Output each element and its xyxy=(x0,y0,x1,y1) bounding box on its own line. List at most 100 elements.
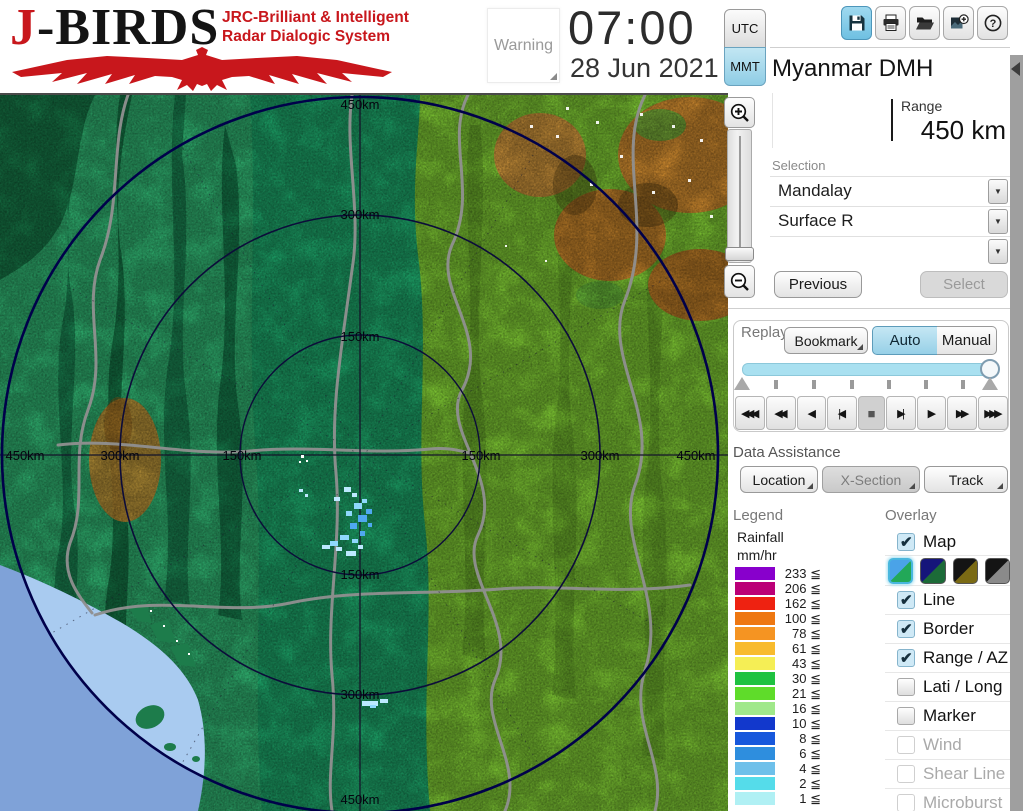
overlay-checkbox[interactable] xyxy=(897,707,915,725)
panel-collapse-bar[interactable] xyxy=(1010,55,1023,811)
map-style-light[interactable] xyxy=(888,557,914,584)
overlay-checkbox[interactable] xyxy=(897,765,915,783)
radar-map[interactable]: 450km 300km 150km 150km 300km 450km 450k… xyxy=(0,95,728,811)
legend-entry: 30 ≦ xyxy=(735,671,821,686)
save-button[interactable] xyxy=(841,6,872,40)
play-button[interactable]: ▶ xyxy=(916,396,947,430)
select-button[interactable]: Select xyxy=(920,271,1008,298)
option-dropdown[interactable] xyxy=(770,236,1010,266)
step-back-button[interactable]: |◀ xyxy=(827,396,858,430)
playback-controls: ◀◀◀ ◀◀ ◀ |◀ ■ ▶| ▶ ▶▶ ▶▶▶ xyxy=(735,396,1009,430)
map-checkbox[interactable] xyxy=(897,532,915,551)
overlay-item-label: Border xyxy=(923,619,975,638)
legend-entry: 1 ≦ xyxy=(735,791,821,806)
legend-entry: 4 ≦ xyxy=(735,761,821,776)
overlay-item-label: Microburst xyxy=(923,793,1003,811)
map-style-dark-blue[interactable] xyxy=(920,557,946,584)
previous-button[interactable]: Previous xyxy=(774,271,862,298)
track-button[interactable]: Track xyxy=(924,466,1008,493)
overlay-checkbox[interactable] xyxy=(897,591,915,609)
zoom-out-button[interactable] xyxy=(724,265,755,298)
overlay-label: Overlay xyxy=(885,507,937,524)
auto-mode-button[interactable]: Auto xyxy=(872,326,938,355)
legend-unit-line2: mm/hr xyxy=(737,547,777,563)
warning-box[interactable]: Warning xyxy=(487,8,560,83)
legend-value: 16 ≦ xyxy=(792,700,821,716)
chevron-down-icon[interactable] xyxy=(988,209,1008,234)
overlay-item[interactable]: Lati / Long xyxy=(885,673,1010,702)
play-reverse-button[interactable]: ◀ xyxy=(796,396,827,430)
overlay-item[interactable]: Marker xyxy=(885,702,1010,731)
product-dropdown[interactable]: Surface R xyxy=(770,206,1010,236)
snapshot-button[interactable] xyxy=(943,6,974,40)
overlay-item[interactable]: Range / AZ xyxy=(885,644,1010,673)
snapshot-add-icon xyxy=(950,14,969,29)
utc-button[interactable]: UTC xyxy=(724,9,766,48)
forward-button[interactable]: ▶▶ xyxy=(947,396,978,430)
help-button[interactable]: ? xyxy=(977,6,1008,40)
overlay-checkbox[interactable] xyxy=(897,678,915,696)
site-dropdown-value: Mandalay xyxy=(778,181,852,200)
overlay-item[interactable]: Microburst xyxy=(885,789,1010,811)
slider-end-marker[interactable] xyxy=(982,377,998,390)
legend-color-swatch xyxy=(735,762,775,775)
bookmark-button[interactable]: Bookmark xyxy=(784,327,868,354)
legend-color-swatch xyxy=(735,642,775,655)
open-folder-button[interactable] xyxy=(909,6,940,40)
overlay-item[interactable]: Shear Line xyxy=(885,760,1010,789)
zoom-in-button[interactable] xyxy=(724,97,755,128)
stop-button[interactable]: ■ xyxy=(858,396,885,430)
legend-color-swatch xyxy=(735,627,775,640)
print-button[interactable] xyxy=(875,6,906,40)
overlay-item-map[interactable]: Map xyxy=(885,528,1010,556)
zoom-slider-thumb[interactable] xyxy=(725,247,754,261)
slider-tick xyxy=(924,380,928,389)
legend-entry: 206 ≦ xyxy=(735,581,821,596)
legend-entry: 21 ≦ xyxy=(735,686,821,701)
svg-text:450km: 450km xyxy=(340,792,379,807)
collapse-panel-icon[interactable] xyxy=(1011,62,1020,76)
site-dropdown[interactable]: Mandalay xyxy=(770,176,1010,206)
location-button[interactable]: Location xyxy=(740,466,818,493)
svg-text:150km: 150km xyxy=(340,329,379,344)
map-style-picker xyxy=(885,556,1010,586)
legend-color-swatch xyxy=(735,702,775,715)
slider-start-marker[interactable] xyxy=(734,377,750,390)
x-section-button[interactable]: X-Section xyxy=(822,466,920,493)
legend-color-swatch xyxy=(735,657,775,670)
range-divider xyxy=(891,99,893,141)
step-forward-button[interactable]: ▶| xyxy=(885,396,916,430)
legend-entry: 2 ≦ xyxy=(735,776,821,791)
overlay-checkbox[interactable] xyxy=(897,620,915,638)
open-folder-icon xyxy=(915,17,934,30)
overlay-checkbox[interactable] xyxy=(897,649,915,667)
station-name: Myanmar DMH xyxy=(772,55,934,82)
overlay-item[interactable]: Line xyxy=(885,586,1010,615)
chevron-down-icon[interactable] xyxy=(988,239,1008,264)
map-style-olive[interactable] xyxy=(952,557,978,584)
legend-value: 100 ≦ xyxy=(784,610,821,626)
manual-mode-button[interactable]: Manual xyxy=(937,326,997,355)
overlay-checkbox[interactable] xyxy=(897,736,915,754)
overlay-item[interactable]: Wind xyxy=(885,731,1010,760)
zoom-slider-track[interactable] xyxy=(727,129,752,263)
legend-value: 1 ≦ xyxy=(799,790,821,806)
panel-divider xyxy=(770,47,1010,48)
slider-tick xyxy=(961,380,965,389)
replay-slider-thumb[interactable] xyxy=(980,359,1000,379)
legend-color-swatch xyxy=(735,597,775,610)
mmt-button[interactable]: MMT xyxy=(724,47,766,86)
forward-fast-button[interactable]: ▶▶▶ xyxy=(978,396,1009,430)
rewind-fast-button[interactable]: ◀◀◀ xyxy=(735,396,765,430)
rewind-button[interactable]: ◀◀ xyxy=(765,396,796,430)
overlay-checkbox[interactable] xyxy=(897,794,915,811)
map-style-gray[interactable] xyxy=(984,557,1010,584)
jbirds-logo: J-BIRDS JRC-Brilliant & Intelligent Rada… xyxy=(6,0,409,93)
radar-map-canvas: 450km 300km 150km 150km 300km 450km 450k… xyxy=(0,95,728,811)
replay-slider-track[interactable] xyxy=(742,363,994,376)
overlay-item[interactable]: Border xyxy=(885,615,1010,644)
chevron-down-icon[interactable] xyxy=(988,179,1008,204)
replay-panel: Replay Bookmark Auto Manual ◀◀◀ ◀◀ ◀ |◀ ■ ▶| ▶… xyxy=(733,320,1009,432)
product-dropdown-value: Surface R xyxy=(778,211,854,230)
zoom-in-icon xyxy=(730,103,749,122)
